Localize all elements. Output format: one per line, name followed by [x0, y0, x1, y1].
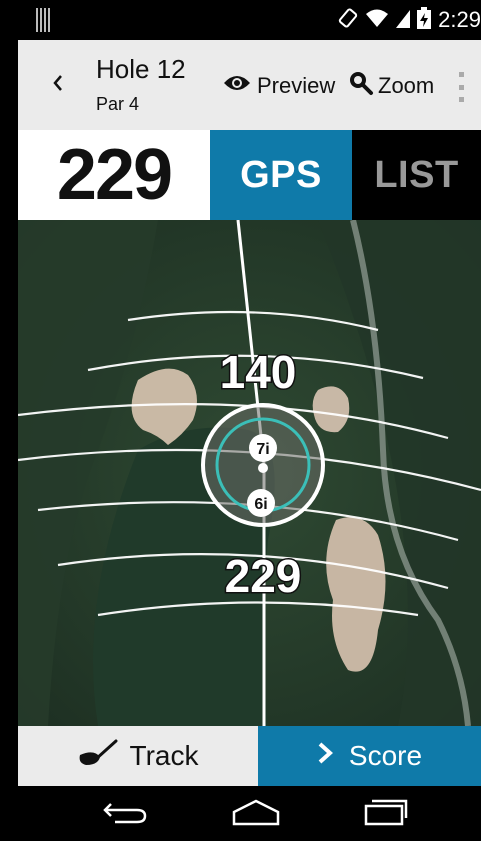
- status-time: 2:29: [438, 7, 481, 32]
- club-marker-lower: 6i: [247, 489, 275, 517]
- marker-distance-upper: 140: [220, 346, 297, 398]
- signal-icon: [396, 8, 411, 33]
- tab-gps[interactable]: GPS: [210, 130, 352, 220]
- chevron-right-icon: [317, 740, 335, 772]
- status-bar: 2:29: [18, 0, 481, 40]
- home-nav-button[interactable]: [230, 798, 282, 830]
- rotate-icon: [338, 7, 358, 33]
- home-icon: [231, 798, 281, 831]
- recents-nav-button[interactable]: [363, 798, 409, 830]
- hole-par: Par 4: [96, 94, 140, 114]
- track-button[interactable]: Track: [18, 726, 258, 786]
- club-marker-upper: 7i: [249, 434, 277, 462]
- barcode-icon: [36, 8, 52, 32]
- wifi-icon: [365, 8, 389, 33]
- hole-title: Hole 12: [96, 54, 186, 84]
- marker-distance-lower: 229: [225, 550, 302, 602]
- track-label: Track: [129, 740, 199, 771]
- battery-charging-icon: [417, 6, 432, 34]
- distance-to-green: 229: [56, 135, 173, 215]
- preview-label: Preview: [257, 73, 336, 98]
- back-arrow-icon: [101, 798, 149, 831]
- score-button[interactable]: Score: [258, 726, 481, 786]
- distance-panel: 229: [18, 130, 210, 220]
- preview-button[interactable]: Preview: [223, 70, 335, 102]
- score-label: Score: [348, 740, 423, 771]
- hole-map[interactable]: 7i 6i 140 229: [18, 220, 481, 726]
- tab-list[interactable]: LIST: [352, 130, 481, 220]
- zoom-label: Zoom: [378, 73, 435, 98]
- zoom-button[interactable]: Zoom: [348, 70, 434, 102]
- club-label-upper: 7i: [256, 441, 269, 458]
- recents-icon: [364, 798, 408, 831]
- status-icons: 2:29: [338, 6, 481, 34]
- back-button[interactable]: [44, 64, 72, 104]
- chevron-left-icon: [51, 69, 65, 100]
- magnifier-icon: [348, 70, 374, 102]
- distance-row: 229 GPS LIST: [18, 130, 481, 220]
- system-nav-bar: [18, 786, 481, 841]
- back-nav-button[interactable]: [100, 798, 150, 830]
- club-label-lower: 6i: [254, 496, 267, 513]
- eye-icon: [223, 73, 251, 99]
- app-header: Hole 12 Par 4 Preview Zoom: [18, 40, 481, 130]
- overflow-menu-button[interactable]: [456, 72, 466, 102]
- bottom-action-bar: Track Score: [18, 726, 481, 786]
- golf-club-icon: [78, 739, 118, 774]
